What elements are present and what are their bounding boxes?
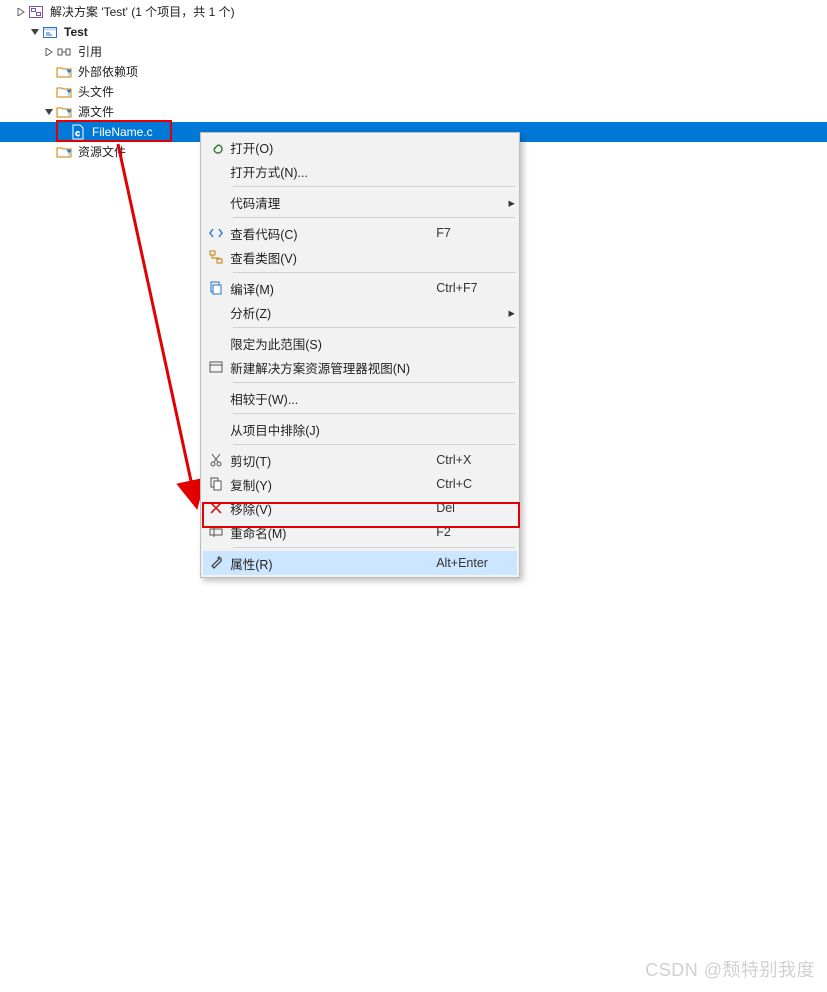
menu-shortcut: F2	[436, 525, 506, 539]
menu-label: 编译(M)	[228, 279, 436, 298]
menu-separator	[233, 327, 515, 328]
menu-label: 相较于(W)...	[228, 389, 436, 408]
expander-expanded-icon[interactable]	[28, 25, 42, 39]
menu-open[interactable]: 打开(O)	[203, 135, 517, 159]
open-icon	[203, 135, 228, 159]
watermark: CSDN @颓特别我度	[645, 956, 815, 982]
menu-shortcut: Del	[436, 501, 506, 515]
menu-separator	[233, 186, 515, 187]
tree-row-solution[interactable]: 解决方案 'Test' (1 个项目，共 1 个)	[0, 2, 827, 22]
expander-placeholder	[42, 65, 56, 79]
expander-placeholder	[42, 145, 56, 159]
submenu-arrow-icon: ▸	[506, 195, 517, 210]
cut-icon	[203, 448, 228, 472]
menu-code-cleanup[interactable]: 代码清理 ▸	[203, 190, 517, 214]
menu-separator	[233, 217, 515, 218]
project-label: Test	[62, 22, 88, 42]
menu-shortcut: F7	[436, 226, 506, 240]
tree-row-project[interactable]: Test	[0, 22, 827, 42]
solution-label: 解决方案 'Test' (1 个项目，共 1 个)	[48, 2, 235, 22]
menu-scope-to-this[interactable]: 限定为此范围(S)	[203, 331, 517, 355]
menu-separator	[233, 444, 515, 445]
folder-filter-icon	[56, 104, 72, 120]
menu-rename[interactable]: 重命名(M) F2	[203, 520, 517, 544]
expander-collapsed-icon[interactable]	[42, 45, 56, 59]
folder-filter-icon	[56, 84, 72, 100]
folder-filter-icon	[56, 64, 72, 80]
expander-expanded-icon[interactable]	[42, 105, 56, 119]
copy-icon	[203, 472, 228, 496]
menu-separator	[233, 547, 515, 548]
menu-label: 限定为此范围(S)	[228, 334, 436, 353]
new-window-icon	[203, 355, 228, 379]
expander-collapsed-icon[interactable]	[14, 5, 28, 19]
expander-placeholder	[42, 85, 56, 99]
class-diagram-icon	[203, 245, 228, 269]
references-icon	[56, 44, 72, 60]
menu-shortcut: Alt+Enter	[436, 556, 506, 570]
menu-remove[interactable]: 移除(V) Del	[203, 496, 517, 520]
wrench-icon	[203, 551, 228, 575]
tree-row-header-files[interactable]: 头文件	[0, 82, 827, 102]
menu-new-explorer-view[interactable]: 新建解决方案资源管理器视图(N)	[203, 355, 517, 379]
folder-filter-icon	[56, 144, 72, 160]
menu-properties[interactable]: 属性(R) Alt+Enter	[203, 551, 517, 575]
rename-icon	[203, 520, 228, 544]
view-code-icon	[203, 221, 228, 245]
menu-label: 分析(Z)	[228, 303, 436, 322]
menu-separator	[233, 413, 515, 414]
menu-open-with[interactable]: 打开方式(N)...	[203, 159, 517, 183]
header-files-label: 头文件	[76, 82, 114, 102]
compile-icon	[203, 276, 228, 300]
expander-placeholder	[56, 125, 70, 139]
menu-shortcut: Ctrl+C	[436, 477, 506, 491]
menu-copy[interactable]: 复制(Y) Ctrl+C	[203, 472, 517, 496]
menu-cut[interactable]: 剪切(T) Ctrl+X	[203, 448, 517, 472]
menu-view-code[interactable]: 查看代码(C) F7	[203, 221, 517, 245]
references-label: 引用	[76, 42, 102, 62]
menu-label: 剪切(T)	[228, 451, 436, 470]
tree-row-source-files[interactable]: 源文件	[0, 102, 827, 122]
menu-view-class[interactable]: 查看类图(V)	[203, 245, 517, 269]
context-menu: 打开(O) 打开方式(N)... 代码清理 ▸ 查看代码(C) F7 查看类图(…	[200, 132, 520, 578]
menu-label: 查看类图(V)	[228, 248, 436, 267]
menu-label: 查看代码(C)	[228, 224, 436, 243]
solution-icon	[28, 4, 44, 20]
c-file-icon: c	[70, 124, 86, 140]
menu-separator	[233, 272, 515, 273]
tree-row-references[interactable]: 引用	[0, 42, 827, 62]
menu-label: 属性(R)	[228, 554, 436, 573]
menu-exclude-from-project[interactable]: 从项目中排除(J)	[203, 417, 517, 441]
source-files-label: 源文件	[76, 102, 114, 122]
resource-files-label: 资源文件	[76, 142, 126, 162]
menu-shortcut: Ctrl+F7	[436, 281, 506, 295]
menu-label: 代码清理	[228, 193, 436, 212]
menu-separator	[233, 382, 515, 383]
menu-compare-with[interactable]: 相较于(W)...	[203, 386, 517, 410]
remove-x-icon	[203, 496, 228, 520]
project-icon	[42, 24, 58, 40]
external-deps-label: 外部依赖项	[76, 62, 138, 82]
file-label: FileName.c	[90, 122, 153, 142]
menu-label: 重命名(M)	[228, 523, 436, 542]
menu-analyze[interactable]: 分析(Z) ▸	[203, 300, 517, 324]
menu-label: 复制(Y)	[228, 475, 436, 494]
submenu-arrow-icon: ▸	[506, 305, 517, 320]
menu-label: 移除(V)	[228, 499, 436, 518]
menu-shortcut: Ctrl+X	[436, 453, 506, 467]
svg-text:c: c	[75, 129, 80, 138]
menu-label: 新建解决方案资源管理器视图(N)	[228, 358, 436, 377]
menu-compile[interactable]: 编译(M) Ctrl+F7	[203, 276, 517, 300]
menu-label: 打开(O)	[228, 138, 436, 157]
menu-label: 从项目中排除(J)	[228, 420, 436, 439]
tree-row-external-deps[interactable]: 外部依赖项	[0, 62, 827, 82]
menu-label: 打开方式(N)...	[228, 162, 436, 181]
